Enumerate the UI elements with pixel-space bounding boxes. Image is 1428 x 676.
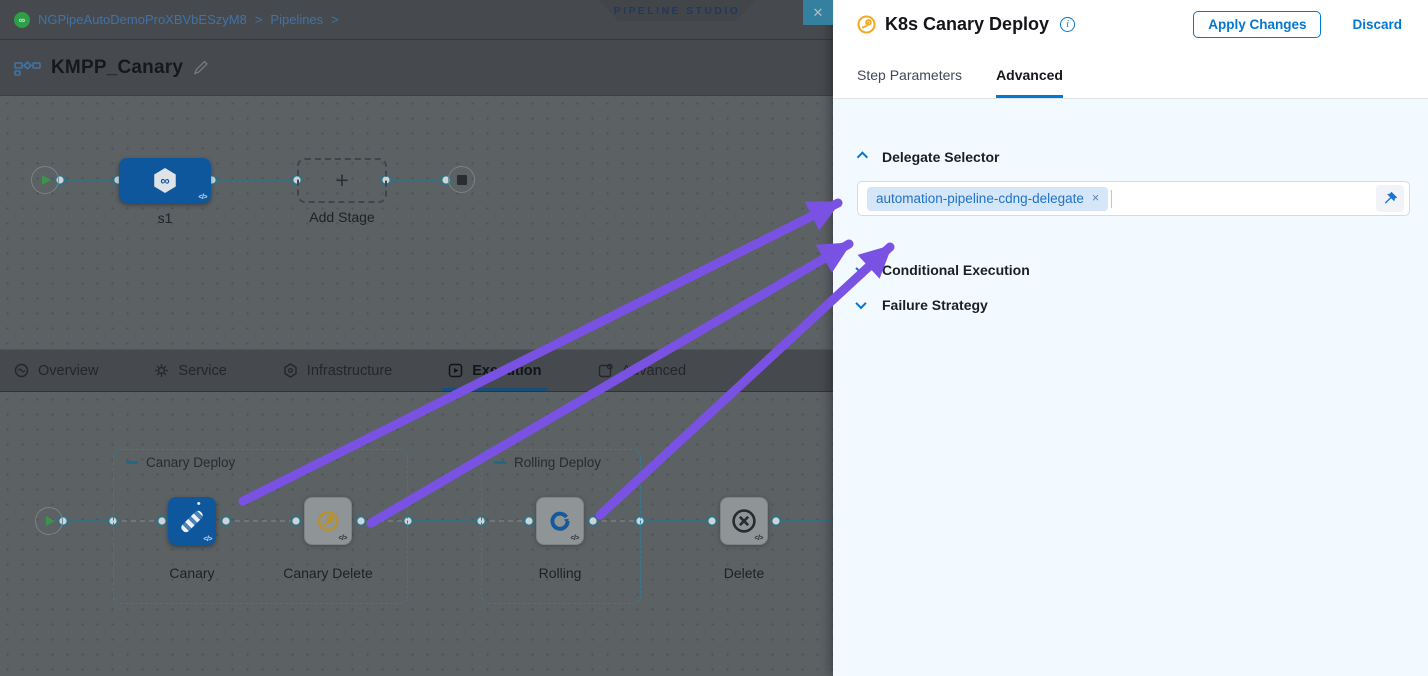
remove-chip-icon[interactable]: × xyxy=(1092,192,1099,205)
pipeline-studio-badge: PIPELINE STUDIO xyxy=(598,0,756,21)
panel-body: Delegate Selector automation-pipeline-cd… xyxy=(833,99,1428,676)
code-icon: </> xyxy=(570,535,579,542)
pipeline-graph-icon xyxy=(14,59,41,76)
text-caret xyxy=(1111,190,1112,208)
group-name: Canary Deploy xyxy=(146,455,235,470)
rolling-deploy-icon xyxy=(549,510,571,532)
infrastructure-icon xyxy=(283,363,298,378)
step-title: K8s Canary Deploy xyxy=(885,14,1049,35)
pin-icon xyxy=(1383,191,1398,206)
section-label: Delegate Selector xyxy=(882,149,1000,165)
overview-icon xyxy=(14,363,29,378)
group-name: Rolling Deploy xyxy=(514,455,601,470)
stage-label: s1 xyxy=(158,210,173,226)
tab-label: Infrastructure xyxy=(307,363,392,379)
delete-step-icon xyxy=(731,508,757,534)
play-icon xyxy=(46,516,55,526)
step-node-canary-delete[interactable]: </> xyxy=(304,497,352,545)
pipeline-title-bar: KMPP_Canary VISUAL YAML xyxy=(0,40,833,96)
panel-tabs: Step Parameters Advanced xyxy=(833,49,1428,99)
tab-label: Overview xyxy=(38,363,98,379)
execution-start-node[interactable] xyxy=(35,507,63,535)
project-icon: ∞ xyxy=(14,12,30,28)
tab-advanced[interactable]: Advanced xyxy=(598,350,687,391)
close-drawer-button[interactable]: ✕ xyxy=(803,0,833,25)
section-label: Failure Strategy xyxy=(882,297,988,313)
step-label: Rolling xyxy=(539,565,582,581)
delegate-selector-input[interactable]: automation-pipeline-cdng-delegate × xyxy=(857,181,1410,216)
breadcrumb-separator: > xyxy=(255,12,263,27)
add-stage-button[interactable]: + xyxy=(297,158,387,203)
chevron-down-icon xyxy=(855,263,866,274)
breadcrumb-pipelines[interactable]: Pipelines xyxy=(270,12,323,27)
plus-icon: + xyxy=(335,167,348,194)
tab-step-parameters[interactable]: Step Parameters xyxy=(857,67,962,98)
edit-pencil-icon[interactable] xyxy=(193,60,208,75)
code-icon: </> xyxy=(203,536,212,543)
step-node-rolling[interactable]: </> xyxy=(536,497,584,545)
add-stage-label: Add Stage xyxy=(309,209,374,225)
group-header-canary-deploy: Canary Deploy xyxy=(126,455,235,470)
step-config-panel: K8s Canary Deploy i Apply Changes Discar… xyxy=(833,0,1428,676)
tab-label: Advanced xyxy=(622,363,687,379)
tab-label: Service xyxy=(178,363,226,379)
code-icon: </> xyxy=(198,194,207,201)
tab-execution[interactable]: Execution xyxy=(448,350,541,391)
play-icon xyxy=(42,175,51,185)
advanced-icon xyxy=(598,363,613,378)
step-label: Canary xyxy=(169,565,214,581)
close-icon: ✕ xyxy=(813,5,824,21)
section-failure-strategy[interactable]: Failure Strategy xyxy=(857,297,1410,313)
step-label: Delete xyxy=(724,565,764,581)
stop-icon xyxy=(457,175,467,185)
stage-connectors xyxy=(0,96,833,349)
execution-graph-canvas: Canary Deploy Rolling Deploy </> Canary … xyxy=(0,392,833,675)
stage-tabstrip: Overview Service Infrastructure xyxy=(0,349,833,392)
stage-start-node[interactable] xyxy=(31,166,59,194)
breadcrumb-separator: > xyxy=(331,12,339,27)
collapse-group-icon[interactable] xyxy=(126,461,138,463)
canary-delete-icon xyxy=(317,510,339,532)
pipeline-name: KMPP_Canary xyxy=(51,57,183,79)
tab-overview[interactable]: Overview xyxy=(14,350,98,391)
section-delegate-selector[interactable]: Delegate Selector xyxy=(857,149,1410,165)
pipeline-studio-pane: ∞ NGPipeAutoDemoProXBVbESzyM8 > Pipeline… xyxy=(0,0,833,676)
tab-advanced[interactable]: Advanced xyxy=(996,67,1063,98)
pipeline-studio-screen: ∞ NGPipeAutoDemoProXBVbESzyM8 > Pipeline… xyxy=(0,0,1428,676)
canary-deploy-icon xyxy=(180,509,205,534)
apply-changes-button[interactable]: Apply Changes xyxy=(1193,11,1321,38)
group-header-rolling-deploy: Rolling Deploy xyxy=(494,455,601,470)
section-conditional-execution[interactable]: Conditional Execution xyxy=(857,262,1410,278)
info-icon[interactable]: i xyxy=(1060,17,1075,32)
tab-label: Execution xyxy=(472,363,541,379)
collapse-group-icon[interactable] xyxy=(494,461,506,463)
service-gear-icon xyxy=(154,363,169,378)
discard-button[interactable]: Discard xyxy=(1352,17,1402,32)
deploy-stage-icon: ∞ xyxy=(153,168,178,193)
breadcrumb-project[interactable]: NGPipeAutoDemoProXBVbESzyM8 xyxy=(38,12,247,27)
code-icon: </> xyxy=(338,535,347,542)
stage-node-s1[interactable]: ∞ </> xyxy=(119,158,211,203)
k8s-canary-step-icon xyxy=(857,15,876,34)
pin-button[interactable] xyxy=(1376,185,1404,212)
stage-end-node xyxy=(448,166,475,193)
delegate-chip-label: automation-pipeline-cdng-delegate xyxy=(876,191,1084,206)
delegate-chip: automation-pipeline-cdng-delegate × xyxy=(867,187,1108,211)
chevron-up-icon xyxy=(857,151,868,162)
section-label: Conditional Execution xyxy=(882,262,1030,278)
chevron-down-icon xyxy=(855,298,866,309)
breadcrumb-bar: ∞ NGPipeAutoDemoProXBVbESzyM8 > Pipeline… xyxy=(0,0,833,40)
step-node-canary[interactable]: </> xyxy=(168,497,216,545)
step-node-delete[interactable]: </> xyxy=(720,497,768,545)
tab-service[interactable]: Service xyxy=(154,350,226,391)
step-label: Canary Delete xyxy=(283,565,373,581)
panel-header: K8s Canary Deploy i Apply Changes Discar… xyxy=(833,0,1428,49)
execution-icon xyxy=(448,363,463,378)
stage-graph-canvas: ∞ </> s1 + Add Stage xyxy=(0,96,833,349)
code-icon: </> xyxy=(754,535,763,542)
tab-infrastructure[interactable]: Infrastructure xyxy=(283,350,392,391)
